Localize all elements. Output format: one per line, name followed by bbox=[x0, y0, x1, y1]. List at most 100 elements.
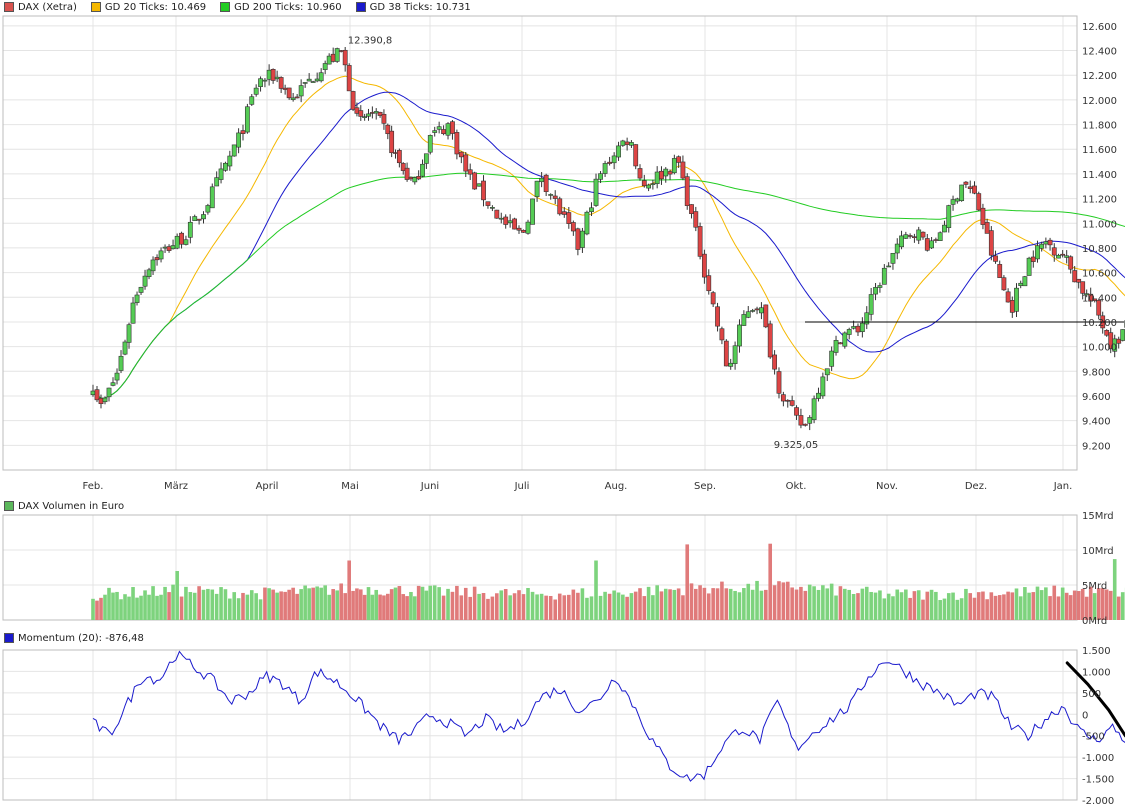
volume-bar bbox=[385, 593, 390, 620]
candle-body bbox=[274, 76, 280, 80]
candle-body bbox=[174, 235, 180, 249]
candle-body bbox=[759, 307, 764, 314]
volume-bar bbox=[1039, 590, 1044, 620]
volume-bar bbox=[702, 587, 707, 620]
candle-body bbox=[663, 168, 669, 177]
volume-bar bbox=[401, 594, 406, 620]
volume-bar bbox=[968, 593, 973, 620]
volume-bar bbox=[535, 594, 539, 620]
volume-bar bbox=[432, 585, 437, 620]
volume-bar bbox=[184, 586, 188, 620]
x-tick-label: Sep. bbox=[694, 481, 716, 492]
momentum-tick-label: 1.000 bbox=[1082, 667, 1111, 678]
candle-body bbox=[988, 230, 994, 256]
volume-bar bbox=[794, 589, 799, 620]
volume-bar bbox=[167, 592, 171, 620]
candle-body bbox=[183, 239, 189, 245]
volume-bar bbox=[472, 586, 477, 620]
candle-body bbox=[262, 79, 268, 82]
volume-bar bbox=[303, 585, 307, 620]
candle-body bbox=[314, 78, 320, 82]
candle-body bbox=[423, 153, 429, 164]
candle-body bbox=[507, 220, 513, 224]
volume-bar bbox=[689, 583, 694, 620]
volume-bar bbox=[829, 583, 834, 620]
volume-bar bbox=[455, 585, 459, 620]
volume-bar bbox=[147, 594, 151, 620]
candle-body bbox=[552, 195, 558, 199]
volume-bar bbox=[728, 588, 733, 620]
volume-bar bbox=[291, 587, 295, 620]
volume-bar bbox=[1116, 596, 1121, 620]
volume-bar bbox=[539, 593, 544, 620]
candle-body bbox=[710, 292, 716, 305]
volume-bar bbox=[1044, 587, 1048, 620]
candle-body bbox=[684, 176, 690, 206]
volume-bar bbox=[1112, 559, 1117, 620]
candle-body bbox=[946, 205, 952, 228]
volume-bar bbox=[985, 599, 989, 620]
candle-body bbox=[829, 350, 835, 367]
volume-bar bbox=[1072, 590, 1077, 620]
candle-body bbox=[122, 341, 128, 355]
x-tick-label: April bbox=[256, 481, 279, 492]
volume-bar bbox=[548, 595, 553, 620]
volume-bar bbox=[742, 588, 746, 620]
volume-bar bbox=[254, 593, 258, 620]
volume-bar bbox=[755, 580, 759, 620]
candle-body bbox=[924, 238, 930, 251]
volume-bar bbox=[864, 586, 869, 620]
candle-body bbox=[187, 221, 193, 238]
candle-body bbox=[142, 275, 148, 287]
volume-bar bbox=[715, 588, 720, 620]
volume-bar bbox=[103, 594, 107, 620]
candle-body bbox=[654, 171, 660, 184]
volume-bar bbox=[459, 595, 464, 620]
volume-bar bbox=[512, 593, 517, 620]
candle-body bbox=[851, 326, 856, 329]
candle-body bbox=[824, 368, 830, 376]
panel-frames bbox=[2, 15, 1078, 801]
candle-body bbox=[516, 227, 522, 231]
volume-bar bbox=[589, 596, 594, 620]
candle-body bbox=[1047, 239, 1053, 246]
price-tick-label: 10.000 bbox=[1082, 343, 1117, 354]
candle-body bbox=[816, 392, 821, 399]
volume-bar bbox=[275, 592, 279, 620]
volume-bar bbox=[929, 589, 934, 620]
candle-body bbox=[794, 407, 799, 416]
candle-body bbox=[306, 78, 312, 82]
volume-bar bbox=[1031, 592, 1036, 620]
momentum-tick-label: -1.500 bbox=[1082, 775, 1114, 786]
candle-body bbox=[525, 221, 531, 234]
x-tick-label: Juni bbox=[420, 481, 439, 492]
volume-bar bbox=[807, 584, 812, 620]
volume-bar bbox=[249, 590, 254, 620]
candle-body bbox=[205, 205, 211, 213]
volume-bar bbox=[646, 586, 651, 620]
candle-body bbox=[1076, 278, 1082, 283]
volume-bar bbox=[942, 598, 947, 620]
volume-bar bbox=[659, 591, 664, 620]
volume-bar bbox=[530, 591, 535, 620]
volume-bar bbox=[938, 600, 942, 620]
candle-body bbox=[1005, 291, 1011, 303]
price-tick-label: 9.400 bbox=[1082, 417, 1111, 428]
volume-bar bbox=[123, 594, 127, 620]
candle-body bbox=[811, 398, 817, 421]
volume-bar bbox=[351, 590, 355, 620]
x-tick-label: Jan. bbox=[1053, 481, 1073, 492]
candle-body bbox=[561, 211, 567, 215]
volume-bar bbox=[315, 586, 319, 620]
candle-body bbox=[584, 211, 590, 235]
candle-body bbox=[98, 397, 104, 405]
candle-body bbox=[937, 232, 943, 241]
volume-bar bbox=[271, 589, 275, 620]
volume-bar bbox=[989, 592, 994, 620]
volume-bar bbox=[959, 598, 964, 620]
candle-body bbox=[192, 216, 198, 221]
volume-bar bbox=[521, 594, 526, 620]
candle-body bbox=[789, 400, 795, 406]
volume-bar bbox=[655, 585, 659, 620]
volume-bar bbox=[1052, 585, 1057, 620]
